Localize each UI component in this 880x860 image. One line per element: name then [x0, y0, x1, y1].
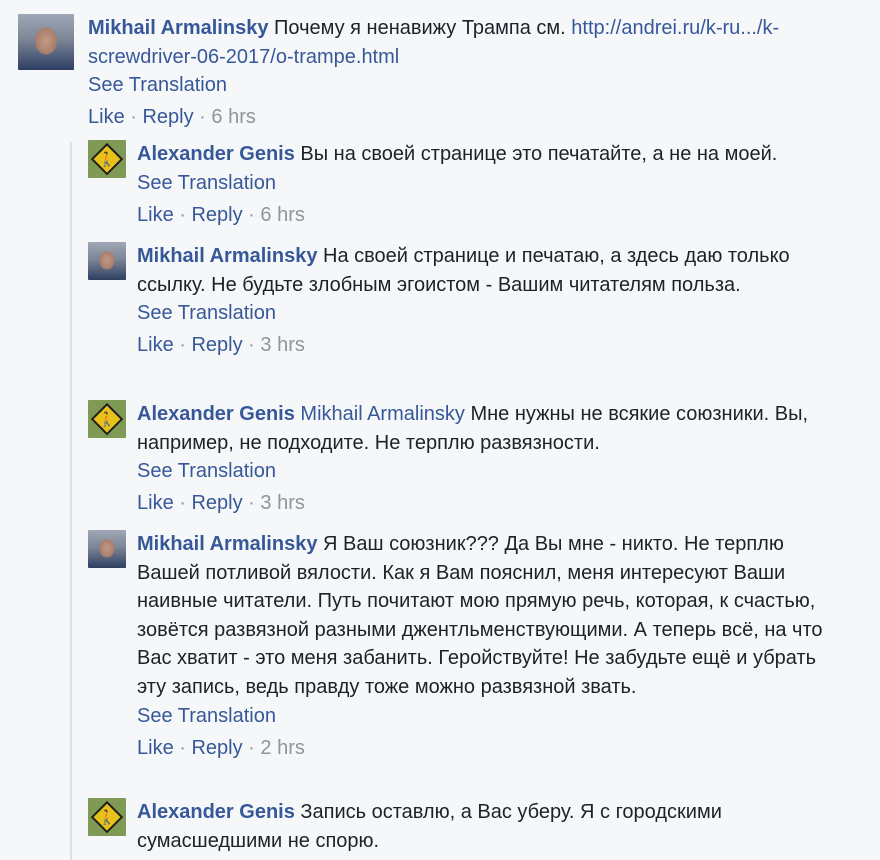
like-button[interactable]: Like — [137, 492, 174, 514]
reply-actions: Like · Reply · 3 hrs — [137, 489, 867, 517]
separator: · — [173, 492, 192, 515]
separator: · — [173, 736, 192, 759]
pedestrian-sign-icon[interactable]: 🚶 — [88, 140, 126, 178]
like-button[interactable]: Like — [88, 106, 125, 128]
reply-2: Mikhail Armalinsky На своей странице и п… — [88, 242, 868, 392]
separator: · — [242, 492, 261, 515]
like-button[interactable]: Like — [137, 737, 174, 759]
reply-actions: Like · Reply · 3 hrs — [137, 331, 837, 359]
comment-text: Почему я ненавижу Трампа см. — [274, 17, 566, 39]
see-translation-link[interactable]: See Translation — [137, 169, 867, 197]
reply-author[interactable]: Alexander Genis — [137, 801, 295, 823]
like-button[interactable]: Like — [137, 204, 174, 226]
reply-text: Я Ваш союзник??? Да Вы мне - никто. Не т… — [137, 533, 823, 698]
reply-author[interactable]: Alexander Genis — [137, 403, 295, 425]
man-portrait-icon[interactable] — [88, 530, 126, 568]
separator: · — [173, 203, 192, 226]
reply-body: Alexander Genis Вы на своей странице это… — [137, 140, 867, 229]
reply-button[interactable]: Reply — [191, 334, 242, 356]
see-translation-link[interactable]: See Translation — [137, 702, 837, 730]
man-portrait-icon[interactable] — [88, 242, 126, 280]
reply-actions: Like · Reply · 6 hrs — [137, 201, 867, 229]
reply-mention[interactable]: Mikhail Armalinsky — [300, 403, 464, 425]
reply-1: 🚶 Alexander Genis Вы на своей странице э… — [88, 140, 868, 230]
see-translation-link[interactable]: See Translation — [137, 457, 867, 485]
reply-timestamp[interactable]: 2 hrs — [260, 737, 304, 759]
reply-body: Mikhail Armalinsky Я Ваш союзник??? Да В… — [137, 530, 837, 762]
reply-timestamp[interactable]: 3 hrs — [260, 492, 304, 514]
comment-body: Mikhail Armalinsky Почему я ненавижу Тра… — [88, 14, 858, 131]
reply-actions: Like · Reply · 2 hrs — [137, 734, 837, 762]
separator: · — [242, 334, 261, 357]
comment-author[interactable]: Mikhail Armalinsky — [88, 17, 268, 39]
reply-author[interactable]: Mikhail Armalinsky — [137, 245, 317, 267]
reply-4: Mikhail Armalinsky Я Ваш союзник??? Да В… — [88, 530, 868, 790]
reply-body: Mikhail Armalinsky На своей странице и п… — [137, 242, 837, 359]
separator: · — [242, 203, 261, 226]
comment-actions: Like · Reply · 6 hrs — [88, 103, 858, 131]
reply-button[interactable]: Reply — [191, 492, 242, 514]
comment-top: Mikhail Armalinsky Почему я ненавижу Тра… — [18, 14, 868, 134]
pedestrian-sign-icon[interactable]: 🚶 — [88, 798, 126, 836]
reply-body: Alexander Genis Запись оставлю, а Вас уб… — [137, 798, 837, 855]
separator: · — [193, 106, 212, 129]
pedestrian-sign-icon[interactable]: 🚶 — [88, 400, 126, 438]
reply-button[interactable]: Reply — [142, 106, 193, 128]
see-translation-link[interactable]: See Translation — [88, 71, 858, 99]
reply-3: 🚶 Alexander Genis Mikhail Armalinsky Мне… — [88, 400, 868, 520]
reply-author[interactable]: Mikhail Armalinsky — [137, 533, 317, 555]
separator: · — [242, 736, 261, 759]
reply-timestamp[interactable]: 6 hrs — [260, 204, 304, 226]
reply-button[interactable]: Reply — [191, 737, 242, 759]
reply-5: 🚶 Alexander Genis Запись оставлю, а Вас … — [88, 798, 868, 858]
reply-thread-line — [70, 142, 72, 860]
reply-timestamp[interactable]: 3 hrs — [260, 334, 304, 356]
reply-text: Вы на своей странице это печатайте, а не… — [300, 143, 778, 165]
reply-author[interactable]: Alexander Genis — [137, 143, 295, 165]
see-translation-link[interactable]: See Translation — [137, 299, 837, 327]
separator: · — [124, 106, 143, 129]
man-portrait-icon[interactable] — [18, 14, 74, 70]
reply-body: Alexander Genis Mikhail Armalinsky Мне н… — [137, 400, 867, 517]
reply-button[interactable]: Reply — [191, 204, 242, 226]
comment-timestamp[interactable]: 6 hrs — [211, 106, 255, 128]
like-button[interactable]: Like — [137, 334, 174, 356]
separator: · — [173, 334, 192, 357]
